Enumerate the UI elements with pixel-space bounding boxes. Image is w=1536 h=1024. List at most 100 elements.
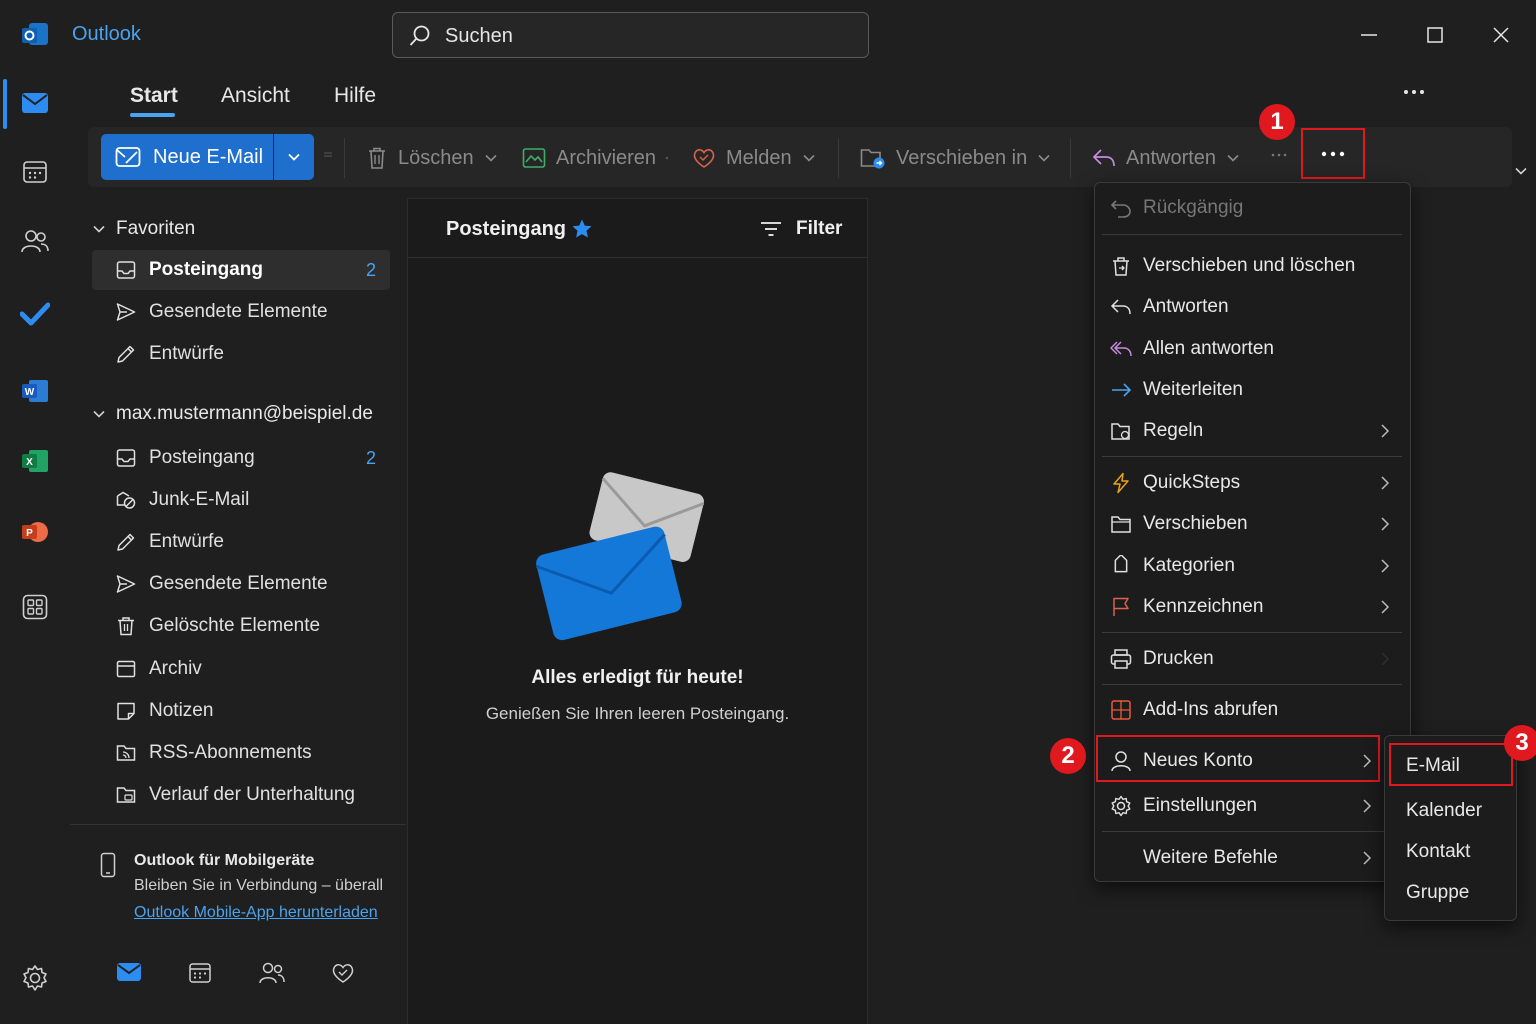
folder-move-icon <box>860 149 885 169</box>
pencil-icon <box>117 345 135 363</box>
folder-rss[interactable]: RSS-Abonnements <box>92 733 390 773</box>
folder-favorites-inbox[interactable]: Posteingang 2 <box>92 250 390 290</box>
folder-label: Entwürfe <box>149 531 224 552</box>
filter-icon <box>761 222 781 236</box>
folder-label: Verlauf der Unterhaltung <box>149 784 355 805</box>
menu-item-get-addins[interactable]: Add-Ins abrufen <box>1110 692 1400 728</box>
menu-item-forward[interactable]: Weiterleiten <box>1110 372 1400 408</box>
empty-inbox-envelopes-icon <box>536 470 706 645</box>
tab-hilfe[interactable]: Hilfe <box>334 84 376 108</box>
menu-item-move-and-delete[interactable]: Verschieben und löschen <box>1110 248 1400 284</box>
menu-item-quicksteps[interactable]: QuickSteps <box>1110 465 1400 501</box>
bottom-mail-button[interactable] <box>116 961 142 987</box>
menu-item-more-commands[interactable]: Weitere Befehle <box>1110 840 1400 876</box>
rail-calendar-button[interactable] <box>14 151 56 193</box>
chevron-right-icon <box>1381 652 1390 666</box>
archive-button[interactable]: Archivieren <box>522 142 656 174</box>
menu-item-print[interactable]: Drucken <box>1110 641 1400 677</box>
chevron-down-icon <box>93 410 105 418</box>
minimize-button[interactable] <box>1352 18 1386 52</box>
menu-item-flag[interactable]: Kennzeichnen <box>1110 589 1400 625</box>
bottom-calendar-button[interactable] <box>188 961 214 987</box>
search-input[interactable]: Suchen <box>392 12 869 58</box>
chevron-right-icon <box>1381 517 1390 531</box>
filter-button[interactable]: Filter <box>760 218 842 240</box>
folder-deleted[interactable]: Gelöschte Elemente <box>92 606 390 646</box>
trash-icon <box>369 147 385 169</box>
menu-item-rules[interactable]: Regeln <box>1110 413 1400 449</box>
rail-excel-button[interactable]: X <box>14 440 56 482</box>
move-to-label: Verschieben in <box>896 146 1028 169</box>
chevron-down-icon <box>1227 154 1239 162</box>
rules-folder-icon <box>1111 423 1130 440</box>
mail-icon <box>22 93 48 113</box>
printer-icon <box>1110 649 1132 669</box>
submenu-item-group[interactable]: Gruppe <box>1406 882 1469 904</box>
menu-item-undo[interactable]: Rückgängig <box>1110 190 1400 226</box>
folder-inbox[interactable]: Posteingang 2 <box>92 438 390 478</box>
forward-icon <box>1112 383 1132 397</box>
pane-divider <box>70 824 406 825</box>
tab-ansicht[interactable]: Ansicht <box>221 84 290 108</box>
mobile-promo-title: Outlook für Mobilgeräte <box>134 852 315 869</box>
tab-active-indicator <box>130 113 175 117</box>
mobile-app-download-link[interactable]: Outlook Mobile-App herunterladen <box>134 904 378 922</box>
menu-item-move[interactable]: Verschieben <box>1110 506 1400 542</box>
menu-separator <box>1102 684 1402 685</box>
new-mail-dropdown-button[interactable] <box>274 134 314 180</box>
minimize-icon <box>1361 34 1377 36</box>
folder-drafts[interactable]: Entwürfe <box>92 522 390 562</box>
maximize-icon <box>1427 27 1443 43</box>
chevron-right-icon <box>1363 799 1372 813</box>
rail-people-button[interactable] <box>14 220 56 262</box>
apps-grid-icon <box>22 594 48 620</box>
flag-icon <box>1113 597 1129 616</box>
maximize-button[interactable] <box>1418 18 1452 52</box>
report-button[interactable]: Melden <box>692 142 816 174</box>
svg-text:X: X <box>26 457 33 468</box>
new-mail-button[interactable]: Neue E-Mail <box>101 134 273 180</box>
ribbon-options-button[interactable] <box>1400 82 1428 102</box>
more-options-button[interactable] <box>1301 128 1365 179</box>
more-horizontal-icon <box>1321 151 1345 156</box>
gear-icon <box>1111 795 1131 817</box>
rail-mail-button[interactable] <box>14 82 56 124</box>
ribbon-expand-button[interactable] <box>1514 164 1528 178</box>
menu-item-reply-all[interactable]: Allen antworten <box>1110 331 1400 367</box>
favorites-header[interactable]: Favoriten <box>92 218 195 240</box>
shield-heart-icon <box>332 964 354 983</box>
folder-notes[interactable]: Notizen <box>92 691 390 731</box>
favorite-star-icon[interactable] <box>571 218 593 240</box>
rail-todo-button[interactable] <box>14 293 56 335</box>
rail-word-button[interactable]: W <box>14 370 56 412</box>
folder-favorites-sent[interactable]: Gesendete Elemente <box>92 292 390 332</box>
account-label: max.mustermann@beispiel.de <box>116 403 373 424</box>
bottom-report-button[interactable] <box>331 961 357 987</box>
move-to-button[interactable]: Verschieben in <box>860 142 1051 174</box>
folder-favorites-drafts[interactable]: Entwürfe <box>92 334 390 374</box>
rail-apps-button[interactable] <box>14 586 56 628</box>
folder-conversation-history[interactable]: Verlauf der Unterhaltung <box>92 775 390 815</box>
folder-junk[interactable]: Junk-E-Mail <box>92 480 390 520</box>
rail-powerpoint-button[interactable]: P <box>14 511 56 553</box>
rss-folder-icon <box>116 745 136 761</box>
bottom-people-button[interactable] <box>259 961 285 987</box>
submenu-item-calendar[interactable]: Kalender <box>1406 800 1482 822</box>
chevron-down-icon <box>1515 167 1527 175</box>
ribbon-separator <box>838 138 839 178</box>
menu-item-reply[interactable]: Antworten <box>1110 289 1400 325</box>
menu-item-settings[interactable]: Einstellungen <box>1110 788 1400 824</box>
delete-button[interactable]: Löschen <box>366 142 498 174</box>
rail-settings-button[interactable] <box>14 957 56 999</box>
calendar-icon <box>23 161 47 183</box>
tab-start[interactable]: Start <box>130 84 178 108</box>
close-button[interactable] <box>1484 18 1518 52</box>
ribbon-separator <box>1070 138 1071 178</box>
reply-button[interactable]: Antworten <box>1092 142 1240 174</box>
submenu-item-contact[interactable]: Kontakt <box>1406 841 1470 863</box>
folder-sent[interactable]: Gesendete Elemente <box>92 564 390 604</box>
folder-archive[interactable]: Archiv <box>92 649 390 689</box>
folder-label: Notizen <box>149 700 214 721</box>
menu-item-categories[interactable]: Kategorien <box>1110 548 1400 584</box>
account-header[interactable]: max.mustermann@beispiel.de <box>92 403 373 425</box>
